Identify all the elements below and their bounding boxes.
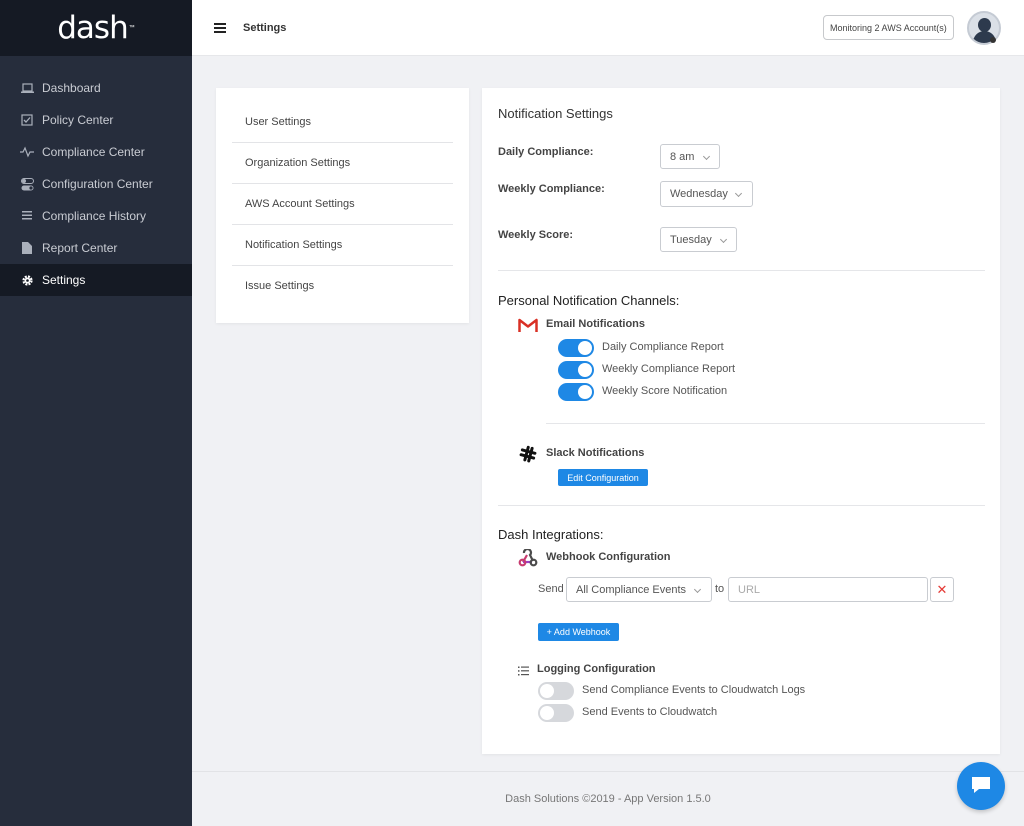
menu-item-aws-account-settings[interactable]: AWS Account Settings	[232, 184, 453, 225]
monitoring-accounts-button[interactable]: Monitoring 2 AWS Account(s)	[823, 15, 954, 40]
list-icon	[518, 665, 529, 679]
sidebar-item-label: Policy Center	[42, 113, 114, 127]
sidebar-item-compliance-center[interactable]: Compliance Center	[0, 136, 192, 168]
slack-icon	[519, 445, 537, 466]
gear-icon	[20, 273, 34, 287]
chat-bubble-icon	[970, 775, 992, 798]
weekly-score-label: Weekly Score:	[498, 229, 574, 241]
sidebar-item-report-center[interactable]: Report Center	[0, 232, 192, 264]
dash-integrations-title: Dash Integrations:	[498, 527, 604, 542]
weekly-score-notification-toggle[interactable]	[558, 383, 594, 401]
url-placeholder: URL	[738, 583, 761, 596]
webhook-configuration-title: Webhook Configuration	[546, 551, 671, 563]
daily-compliance-label: Daily Compliance:	[498, 146, 594, 158]
edit-configuration-button[interactable]: Edit Configuration	[558, 469, 648, 486]
remove-webhook-button[interactable]: ✕	[930, 577, 954, 602]
logo-trademark: ™	[128, 25, 135, 31]
logo-text: dash	[57, 10, 128, 46]
menu-item-issue-settings[interactable]: Issue Settings	[232, 265, 453, 306]
toggle-label: Daily Compliance Report	[602, 341, 724, 353]
sidebar-item-label: Dashboard	[42, 81, 101, 95]
settings-menu-card: User Settings Organization Settings AWS …	[216, 88, 469, 323]
chevron-down-icon	[719, 235, 728, 244]
daily-compliance-select[interactable]: 8 am	[660, 144, 720, 169]
sidebar-item-label: Compliance Center	[42, 145, 145, 159]
slack-notifications-title: Slack Notifications	[546, 447, 645, 459]
close-icon: ✕	[936, 581, 948, 597]
toggle-label: Send Events to Cloudwatch	[582, 706, 718, 718]
chevron-down-icon	[734, 189, 743, 198]
sidebar-item-compliance-history[interactable]: Compliance History	[0, 200, 192, 232]
pulse-icon	[20, 145, 34, 159]
weekly-compliance-select[interactable]: Wednesday	[660, 181, 753, 207]
app-logo[interactable]: dash ™	[0, 0, 192, 56]
cloudwatch-events-toggle[interactable]	[538, 704, 574, 722]
select-value: All Compliance Events	[576, 583, 687, 596]
section-divider	[498, 270, 985, 271]
gmail-icon	[518, 318, 538, 336]
select-value: Wednesday	[670, 188, 728, 200]
page-title: Settings	[243, 21, 287, 34]
toggle-label: Send Compliance Events to Cloudwatch Log…	[582, 684, 806, 696]
top-header: Settings Monitoring 2 AWS Account(s)	[192, 0, 1024, 56]
menu-item-user-settings[interactable]: User Settings	[232, 102, 453, 143]
select-value: Tuesday	[670, 233, 712, 246]
to-label: to	[715, 583, 725, 595]
weekly-score-select[interactable]: Tuesday	[660, 227, 737, 252]
chevron-down-icon	[693, 585, 702, 594]
sidebar-item-policy-center[interactable]: Policy Center	[0, 104, 192, 136]
logging-configuration-title: Logging Configuration	[537, 663, 656, 675]
sidebar-item-dashboard[interactable]: Dashboard	[0, 72, 192, 104]
menu-item-organization-settings[interactable]: Organization Settings	[232, 143, 453, 184]
weekly-compliance-label: Weekly Compliance:	[498, 183, 605, 195]
footer: Dash Solutions ©2019 - App Version 1.5.0	[192, 771, 1024, 826]
notification-settings-card: Notification Settings Daily Compliance: …	[482, 88, 1000, 754]
chat-button[interactable]	[957, 762, 1005, 810]
sidebar-item-label: Settings	[42, 273, 86, 287]
email-notifications-title: Email Notifications	[546, 318, 646, 330]
sidebar-nav: Dashboard Policy Center Compliance Cente…	[0, 72, 192, 296]
add-webhook-button[interactable]: + Add Webhook	[538, 623, 619, 641]
chevron-down-icon	[702, 152, 711, 161]
avatar-status-dot	[990, 37, 996, 43]
document-icon	[20, 241, 34, 255]
toggle-label: Weekly Compliance Report	[602, 363, 736, 375]
webhook-url-input[interactable]: URL	[728, 577, 928, 602]
footer-text: Dash Solutions ©2019 - App Version 1.5.0	[505, 793, 711, 805]
cloudwatch-logs-toggle[interactable]	[538, 682, 574, 700]
section-divider	[546, 423, 985, 424]
sidebar: dash ™ Dashboard Policy Center Compliance…	[0, 0, 192, 826]
personal-channels-title: Personal Notification Channels:	[498, 293, 680, 308]
webhook-event-select[interactable]: All Compliance Events	[566, 577, 712, 602]
webhook-icon	[518, 547, 538, 570]
menu-item-notification-settings[interactable]: Notification Settings	[232, 225, 453, 266]
card-title: Notification Settings	[498, 106, 613, 121]
weekly-compliance-report-toggle[interactable]	[558, 361, 594, 379]
sidebar-item-label: Report Center	[42, 241, 118, 255]
sidebar-item-label: Compliance History	[42, 209, 147, 223]
select-value: 8 am	[670, 150, 695, 163]
send-label: Send	[538, 583, 564, 595]
sidebar-item-configuration-center[interactable]: Configuration Center	[0, 168, 192, 200]
hamburger-menu-icon[interactable]	[214, 22, 226, 33]
toggle-label: Weekly Score Notification	[602, 385, 728, 397]
sidebar-item-label: Configuration Center	[42, 177, 153, 191]
daily-compliance-report-toggle[interactable]	[558, 339, 594, 357]
laptop-icon	[20, 81, 34, 95]
toggles-icon	[20, 177, 34, 191]
list-icon	[20, 209, 34, 223]
sidebar-item-settings[interactable]: Settings	[0, 264, 192, 296]
checkbox-icon	[20, 113, 34, 127]
section-divider	[498, 505, 985, 506]
